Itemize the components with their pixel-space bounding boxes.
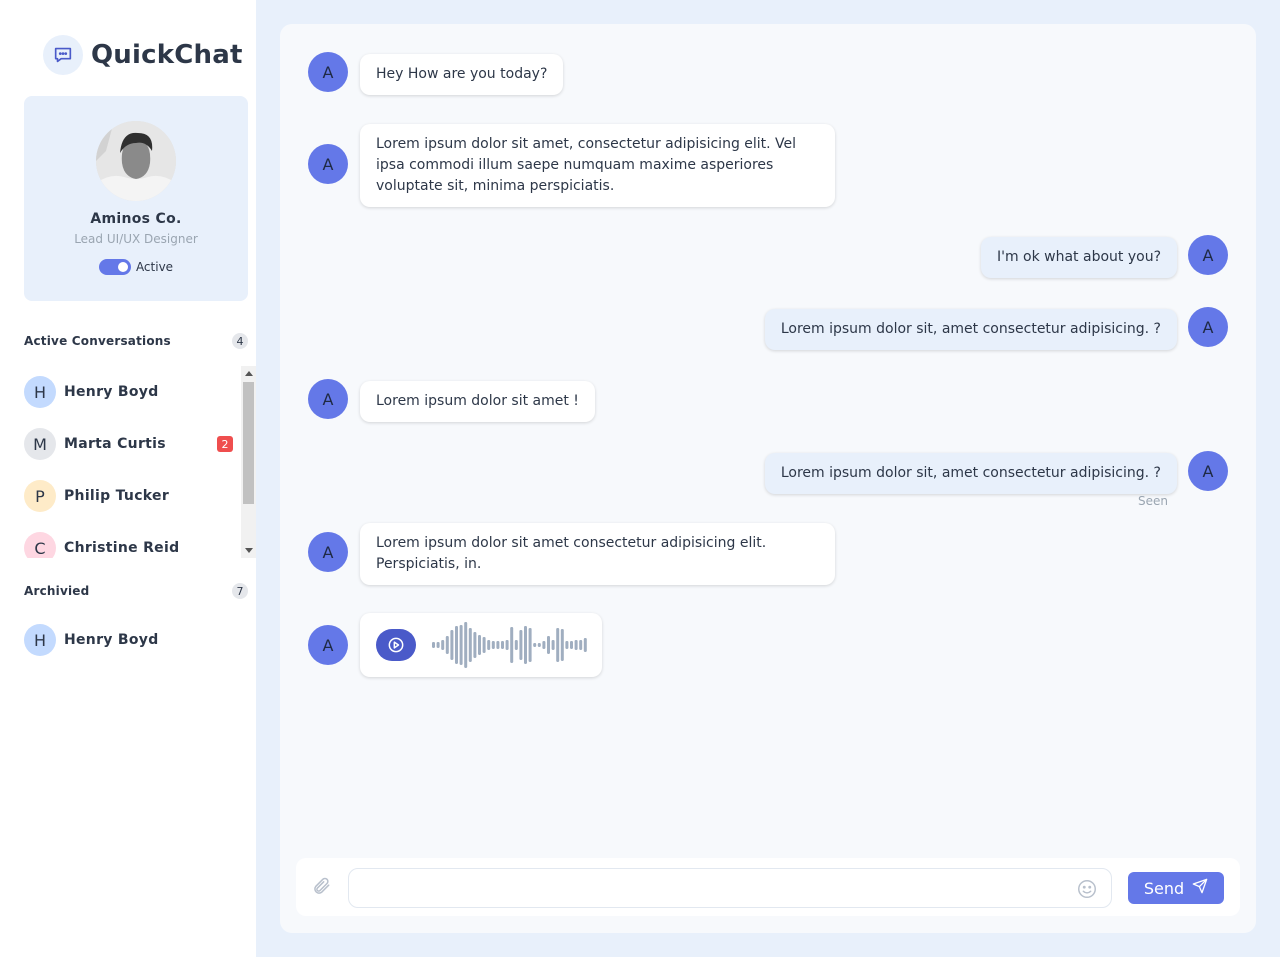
conversation-avatar: C xyxy=(24,532,56,558)
section-title: Archivied xyxy=(24,584,90,598)
incoming-message: Lorem ipsum dolor sit amet consectetur a… xyxy=(360,523,835,585)
message-avatar: A xyxy=(1188,451,1228,491)
message-avatar: A xyxy=(308,532,348,572)
conversation-name: Philip Tucker xyxy=(64,488,170,504)
archived-item[interactable]: H Henry Boyd xyxy=(24,614,248,666)
active-conversations-header: Active Conversations 4 xyxy=(24,333,248,349)
waveform-bar xyxy=(468,628,472,662)
waveform-bar xyxy=(565,641,569,649)
waveform[interactable] xyxy=(432,621,588,669)
conversation-name: Marta Curtis xyxy=(64,436,166,452)
conversation-name: Christine Reid xyxy=(64,540,180,556)
status-row: Active xyxy=(24,259,248,275)
waveform-bar xyxy=(459,625,463,665)
waveform-bar xyxy=(496,641,500,649)
conversation-item[interactable]: H Henry Boyd xyxy=(24,366,256,418)
message-avatar: A xyxy=(1188,235,1228,275)
conversation-name: Henry Boyd xyxy=(64,384,159,400)
send-label: Send xyxy=(1143,878,1185,898)
message-avatar: A xyxy=(308,52,348,92)
incoming-message: Lorem ipsum dolor sit amet ! xyxy=(360,381,595,422)
waveform-bar xyxy=(455,626,458,664)
waveform-bar xyxy=(537,643,541,647)
waveform-bar xyxy=(547,636,550,654)
waveform-bar xyxy=(574,640,578,650)
paperclip-icon[interactable] xyxy=(312,876,332,900)
waveform-bar xyxy=(570,641,573,649)
count-badge: 7 xyxy=(232,583,248,599)
waveform-bar xyxy=(501,641,504,649)
send-button[interactable]: Send xyxy=(1128,872,1224,904)
chat-panel: Send A Hey How are you today? A Lorem ipsum… xyxy=(280,24,1256,933)
message-avatar: A xyxy=(1188,307,1228,347)
waveform-bar xyxy=(478,635,481,655)
waveform-bar xyxy=(542,641,546,649)
waveform-bar xyxy=(519,630,523,660)
brand: QuickChat xyxy=(43,35,243,75)
outgoing-message: I'm ok what about you? xyxy=(980,237,1177,278)
waveform-bar xyxy=(579,640,583,650)
waveform-bar xyxy=(441,640,445,650)
waveform-bar xyxy=(432,642,435,648)
scroll-up-arrow[interactable] xyxy=(245,371,253,376)
waveform-bar xyxy=(473,632,477,658)
conversation-list: H Henry Boyd M Marta Curtis 2 P Philip Tucker C… xyxy=(24,366,256,558)
message-composer: Send xyxy=(296,858,1240,916)
waveform-bar xyxy=(510,627,514,663)
archived-header: Archivied 7 xyxy=(24,583,248,599)
outgoing-message: Lorem ipsum dolor sit, amet consectetur … xyxy=(764,453,1177,494)
waveform-bar xyxy=(560,629,564,661)
waveform-bar xyxy=(528,628,532,662)
waveform-bar xyxy=(464,622,468,668)
conversation-avatar: H xyxy=(24,624,56,656)
waveform-bar xyxy=(487,640,491,650)
scroll-thumb[interactable] xyxy=(243,382,254,504)
message-input[interactable] xyxy=(348,868,1112,908)
sidebar: QuickChat Aminos Co. Lead UI/UX Designer… xyxy=(0,0,256,957)
profile-avatar xyxy=(96,121,176,201)
waveform-bar xyxy=(524,626,527,664)
app-title: QuickChat xyxy=(91,40,243,70)
waveform-bar xyxy=(533,643,537,647)
waveform-bar xyxy=(583,638,587,652)
message-avatar: A xyxy=(308,625,348,665)
seen-status: Seen xyxy=(1138,494,1168,508)
status-label: Active xyxy=(135,260,174,274)
section-title: Active Conversations xyxy=(24,334,171,348)
waveform-bar xyxy=(445,636,449,654)
scroll-down-arrow[interactable] xyxy=(245,548,253,553)
conversation-item[interactable]: C Christine Reid xyxy=(24,522,256,558)
profile-name: Aminos Co. xyxy=(90,211,182,227)
waveform-bar xyxy=(450,630,454,660)
conversation-scrollbar[interactable] xyxy=(241,366,256,558)
outgoing-message: Lorem ipsum dolor sit, amet consectetur … xyxy=(764,309,1177,350)
waveform-bar xyxy=(551,640,555,650)
waveform-bar xyxy=(514,640,518,650)
count-badge: 4 xyxy=(232,333,248,349)
chat-bubble-icon xyxy=(43,35,83,75)
voice-message xyxy=(360,613,602,677)
message-avatar: A xyxy=(308,144,348,184)
conversation-avatar: H xyxy=(24,376,56,408)
active-toggle[interactable] xyxy=(98,259,131,275)
smiley-icon[interactable] xyxy=(1076,878,1098,904)
waveform-bar xyxy=(491,641,495,649)
profile-role: Lead UI/UX Designer xyxy=(74,232,198,246)
paper-plane-icon xyxy=(1192,878,1208,898)
profile-card: Aminos Co. Lead UI/UX Designer Active xyxy=(24,96,248,301)
waveform-bar xyxy=(436,642,440,648)
unread-badge: 2 xyxy=(217,436,233,452)
play-icon[interactable] xyxy=(376,629,416,661)
incoming-message: Lorem ipsum dolor sit amet, consectetur … xyxy=(360,124,835,207)
waveform-bar xyxy=(482,637,486,653)
waveform-bar xyxy=(505,640,509,650)
waveform-bar xyxy=(556,628,560,662)
message-avatar: A xyxy=(308,379,348,419)
conversation-avatar: P xyxy=(24,480,56,512)
conversation-avatar: M xyxy=(24,428,56,460)
conversation-name: Henry Boyd xyxy=(64,632,159,648)
conversation-item[interactable]: P Philip Tucker xyxy=(24,470,256,522)
conversation-item[interactable]: M Marta Curtis 2 xyxy=(24,418,256,470)
incoming-message: Hey How are you today? xyxy=(360,54,564,95)
